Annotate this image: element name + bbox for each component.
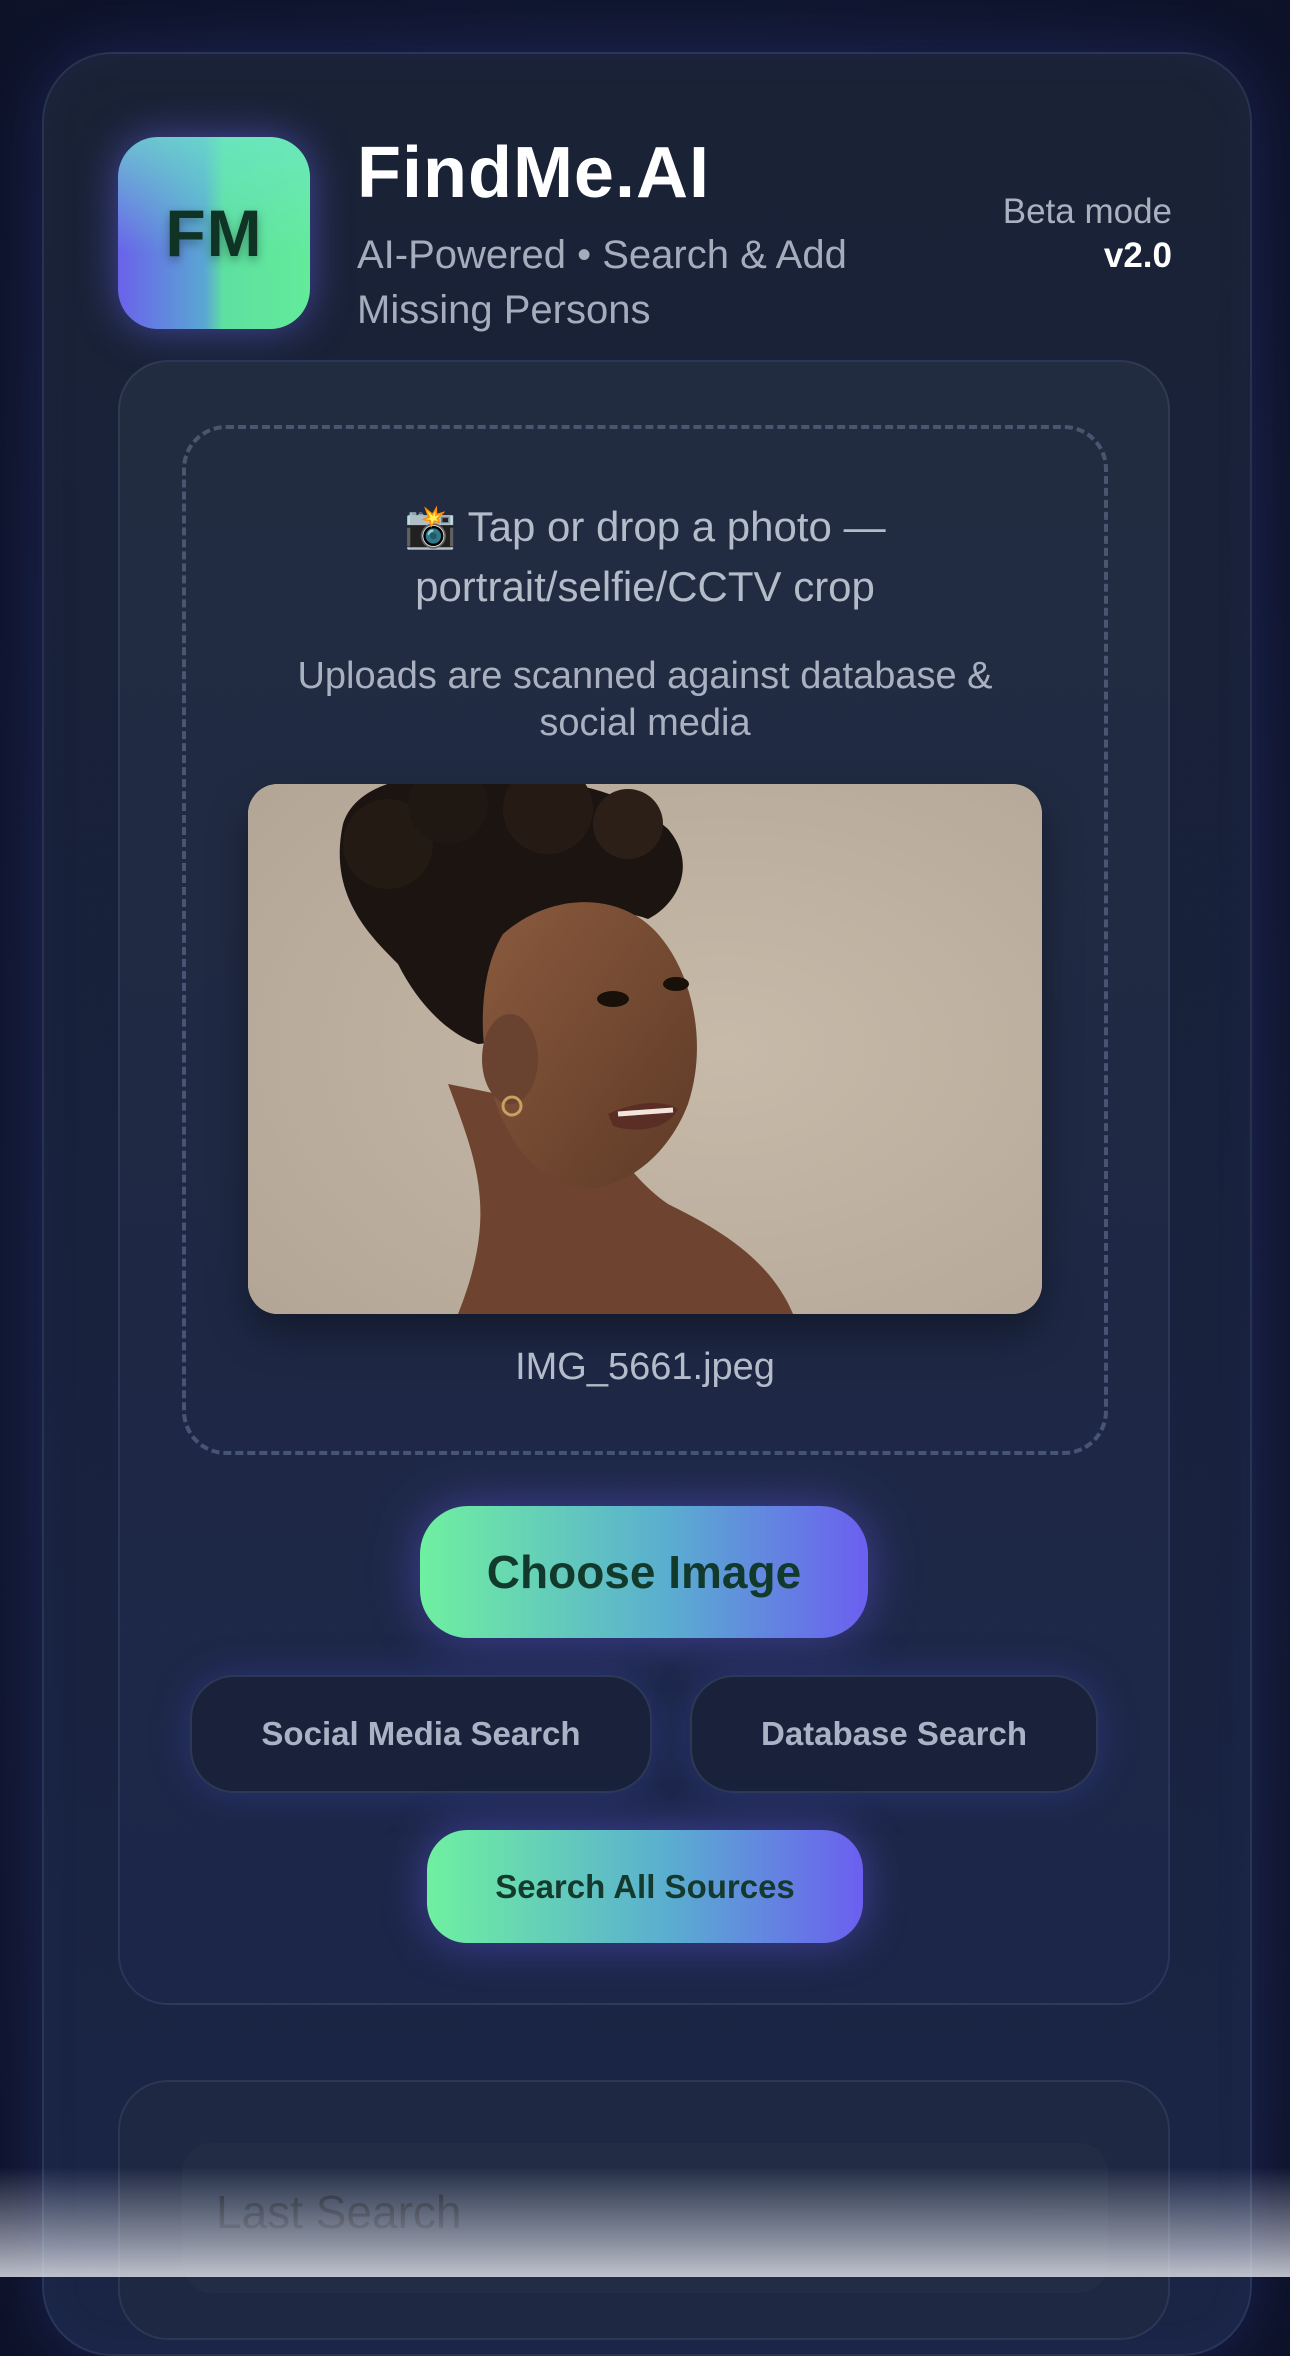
uploaded-photo-preview bbox=[248, 784, 1042, 1314]
logo-initials: FM bbox=[165, 196, 263, 270]
social-media-search-button[interactable]: Social Media Search bbox=[190, 1675, 652, 1793]
last-search-title: Last Search bbox=[216, 2186, 462, 2238]
database-search-button[interactable]: Database Search bbox=[690, 1675, 1098, 1793]
uploaded-filename: IMG_5661.jpeg bbox=[515, 1346, 775, 1388]
version-label: v2.0 bbox=[1103, 236, 1172, 275]
prompt-line-2: portrait/selfie/CCTV crop bbox=[415, 563, 875, 610]
app-subtitle: AI-Powered • Search & Add Missing Person… bbox=[357, 233, 847, 332]
beta-label: Beta mode bbox=[1002, 192, 1172, 231]
search-all-sources-button[interactable]: Search All Sources bbox=[427, 1830, 863, 1943]
app-title: FindMe.AI bbox=[357, 133, 710, 213]
dropzone-prompt: 📸 Tap or drop a photo — portrait/selfie/… bbox=[182, 497, 1108, 617]
app-logo: FM bbox=[118, 137, 310, 329]
portrait-image bbox=[248, 784, 1042, 1314]
dropzone-subtext: Uploads are scanned against database & s… bbox=[297, 655, 993, 744]
collapse-icon[interactable]: — bbox=[1020, 2178, 1080, 2238]
prompt-line-1: Tap or drop a photo — bbox=[467, 503, 886, 550]
camera-icon: 📸 bbox=[404, 503, 457, 550]
beta-info: Beta mode v2.0 bbox=[1003, 190, 1172, 278]
choose-image-button[interactable]: Choose Image bbox=[420, 1506, 868, 1638]
